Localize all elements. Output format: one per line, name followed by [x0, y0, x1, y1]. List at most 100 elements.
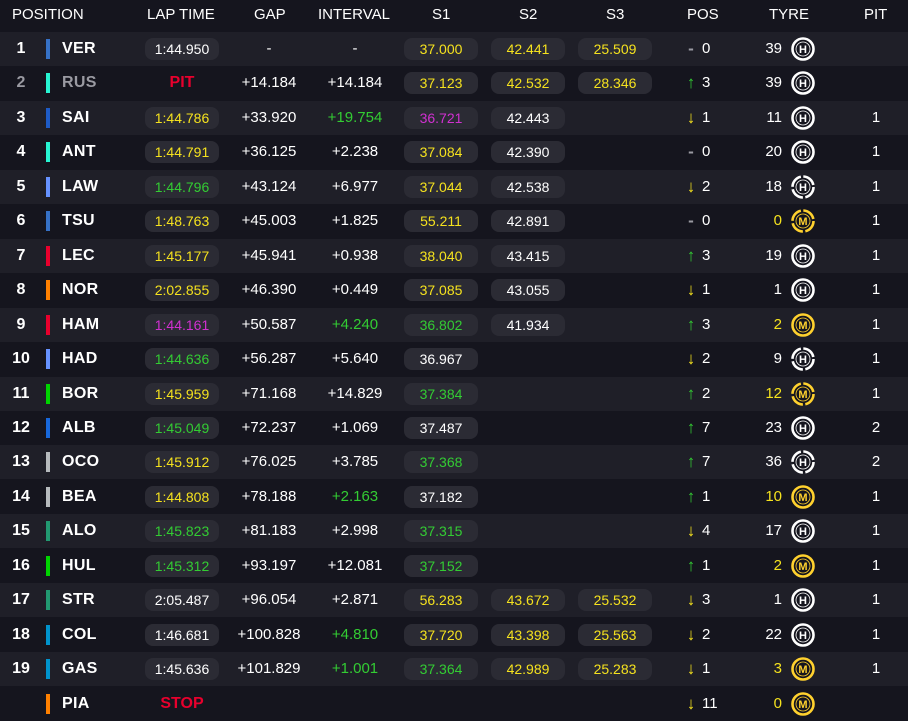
position-change: 4 — [702, 522, 711, 540]
sector-s1-time: 37.000 — [404, 38, 478, 60]
position-change: 2 — [702, 350, 711, 368]
pit-stop-count: 1 — [871, 350, 881, 368]
header-s3: S3 — [606, 6, 625, 23]
driver-row[interactable]: 16 HUL 1:45.312 +93.197 +12.081 37.152 ↑ 1 2 M 1 — [0, 549, 908, 583]
tyre-age-laps: 11 — [766, 108, 782, 126]
pit-stop-count: 1 — [871, 384, 881, 402]
arrow-down-icon: ↓ — [686, 521, 696, 541]
position-number: 7 — [16, 246, 26, 264]
driver-row[interactable]: 19 GAS 1:45.636 +101.829 +1.001 37.364 42.989 2… — [0, 652, 908, 687]
driver-row[interactable]: 10 HAD 1:44.636 +56.287 +5.640 36.967 ↓ 2 9 H 1 — [0, 342, 908, 376]
driver-row[interactable]: 12 ALB 1:45.049 +72.237 +1.069 37.487 ↑ 7 23 H 2 — [0, 411, 908, 445]
driver-code: HAM — [62, 315, 100, 333]
position-number: 11 — [12, 384, 30, 402]
driver-code: ALO — [62, 522, 97, 540]
team-color-bar — [46, 486, 50, 507]
position-change: 7 — [702, 418, 711, 436]
tyre-compound-letter: H — [799, 526, 807, 538]
interval-value: +19.754 — [327, 108, 383, 126]
pit-stop-count: 1 — [871, 660, 881, 678]
hard-tyre-icon: H — [791, 416, 815, 440]
sector-s3-time: 25.509 — [578, 38, 652, 60]
position-change: 1 — [702, 556, 711, 574]
position-change: 1 — [702, 108, 711, 126]
sector-s1-time: 37.364 — [404, 658, 478, 681]
pit-stop-count: 1 — [871, 522, 881, 540]
tyre-age-laps: 1 — [773, 591, 782, 609]
driver-row[interactable]: 15 ALO 1:45.823 +81.183 +2.998 37.315 ↓ 4 17 H 1 — [0, 514, 908, 549]
driver-row[interactable]: 18 COL 1:46.681 +100.828 +4.810 37.720 43.398 2… — [0, 618, 908, 652]
tyre-compound-letter: H — [799, 595, 807, 607]
sector-s3-time: 25.563 — [578, 623, 652, 646]
driver-row[interactable]: 11 BOR 1:45.959 +71.168 +14.829 37.384 ↑ 2 12 M 1 — [0, 376, 908, 411]
gap-value — [228, 687, 310, 721]
sector-s1-time: 36.721 — [404, 106, 478, 129]
interval-value: +12.081 — [327, 556, 383, 574]
sector-s1-time: 37.044 — [404, 175, 478, 198]
lap-time: 1:44.791 — [145, 141, 219, 164]
lap-time: 2:05.487 — [145, 589, 219, 612]
tyre-age-laps: 0 — [773, 694, 782, 712]
hard-tyre-icon: H — [791, 37, 815, 61]
position-number: 18 — [12, 625, 30, 643]
driver-row[interactable]: 14 BEA 1:44.808 +78.188 +2.163 37.182 ↑ 1 10 M 1 — [0, 480, 908, 514]
driver-row[interactable]: 1 VER 1:44.950- -37.000 42.441 25.509-0 39 H — [0, 32, 908, 66]
driver-row[interactable]: 9 HAM 1:44.161 +50.587 +4.240 36.802 41.934 ↑ 3 2… — [0, 307, 908, 342]
position-change: 3 — [702, 315, 711, 333]
tyre-compound-letter: H — [799, 182, 807, 194]
tyre-age-laps: 36 — [765, 453, 782, 471]
tyre-age-laps: 23 — [765, 418, 782, 436]
team-color-bar — [46, 107, 50, 128]
driver-row[interactable]: 5 LAW 1:44.796 +43.124 +6.977 37.044 42.538 ↓ 2 1… — [0, 169, 908, 204]
driver-row[interactable]: 17 STR 2:05.487 +96.054 +2.871 56.283 43.672 25… — [0, 583, 908, 618]
lap-time: 1:45.177 — [145, 244, 219, 267]
tyre-age-laps: 2 — [773, 315, 782, 333]
driver-code: COL — [62, 625, 97, 643]
sector-s1-time: 37.487 — [404, 416, 478, 439]
driver-row[interactable]: 13 OCO 1:45.912 +76.025 +3.785 37.368 ↑ 7 36 H 2 — [0, 445, 908, 480]
position-number: 1 — [16, 40, 26, 57]
driver-row[interactable]: 7 LEC 1:45.177 +45.941 +0.938 38.040 43.415 ↑ 3 1… — [0, 238, 908, 273]
position-number: 14 — [12, 487, 30, 505]
tyre-compound-letter: H — [799, 113, 807, 125]
arrow-down-icon: ↓ — [686, 349, 696, 369]
driver-row[interactable]: 6 TSU 1:48.763 +45.003 +1.825 55.211 42.891-0 0… — [0, 204, 908, 238]
driver-row[interactable]: PIA STOP ↓ 11 0 M — [0, 687, 908, 721]
sector-s2-time: 42.538 — [491, 175, 565, 198]
driver-row[interactable]: 4 ANT 1:44.791 +36.125 +2.238 37.084 42.390 -0 2… — [0, 135, 908, 169]
interval-value: +1.825 — [331, 212, 379, 230]
lap-time: 1:44.808 — [145, 485, 219, 508]
pit-stop-count: 1 — [871, 143, 881, 161]
header-pos: POS — [687, 6, 719, 23]
tyre-age-laps: 39 — [765, 40, 782, 57]
position-change: 11 — [702, 694, 718, 712]
interval-value: +2.998 — [331, 522, 379, 540]
header-interval: INTERVAL — [318, 6, 390, 23]
driver-row[interactable]: 8 NOR 2:02.855 +46.390 +0.449 37.085 43.055 ↓ 1 1… — [0, 273, 908, 307]
tyre-compound-letter: M — [798, 561, 807, 573]
position-number: 4 — [16, 143, 26, 161]
position-change: 1 — [702, 281, 711, 299]
hard-tyre-icon: H — [791, 278, 815, 302]
driver-row[interactable]: 3 SAI 1:44.786 +33.920 +19.754 36.721 42.443 ↓ 1… — [0, 100, 908, 135]
tyre-compound-letter: H — [799, 423, 807, 435]
position-change: 2 — [702, 177, 711, 195]
medium-tyre-icon: M — [791, 485, 815, 509]
lap-time: 1:46.681 — [145, 623, 219, 646]
hard-tyre-icon: H — [791, 174, 815, 199]
position-change: 0 — [702, 40, 711, 57]
driver-code: GAS — [62, 660, 98, 678]
lap-time: 1:44.636 — [145, 348, 219, 371]
medium-tyre-icon: M — [791, 312, 815, 337]
header-position: POSITION — [12, 6, 84, 23]
driver-row[interactable]: 2 RUS PIT +14.184 +14.184 37.123 42.532 28.346 ↑… — [0, 66, 908, 100]
sector-s2-time: 42.443 — [491, 106, 565, 129]
gap-value: +43.124 — [241, 177, 297, 195]
header-lap-time: LAP TIME — [147, 6, 215, 23]
position-number: 2 — [16, 74, 26, 92]
tyre-compound-letter: M — [798, 492, 807, 504]
tyre-age-laps: 12 — [765, 384, 782, 402]
hard-tyre-icon: H — [791, 622, 815, 647]
interval-value: +1.069 — [331, 418, 379, 436]
team-color-bar — [46, 624, 50, 645]
